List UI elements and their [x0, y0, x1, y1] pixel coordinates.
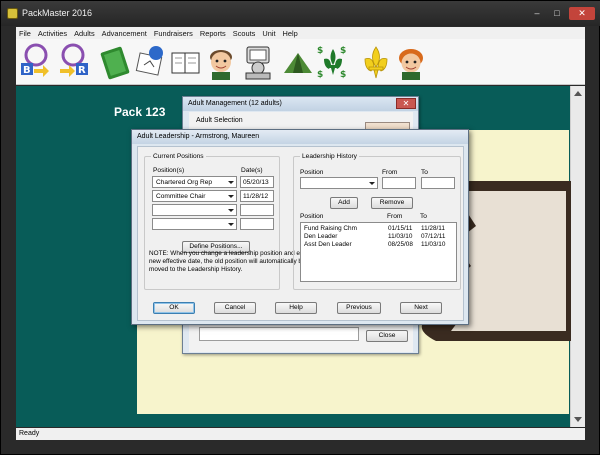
scroll-up-icon[interactable] — [574, 91, 582, 96]
money-fleur-de-lis-icon[interactable]: $ $ $ $ — [316, 43, 350, 81]
history-column-position: Position — [300, 213, 324, 220]
dialog-body: Current Positions Position(s) Date(s) Ch… — [137, 146, 464, 321]
pack-label: Pack 123 — [114, 105, 166, 119]
history-row-position: Den Leader — [304, 233, 338, 240]
next-button[interactable]: Next — [400, 302, 442, 314]
menu-bar: File Activities Adults Advancement Fundr… — [16, 27, 585, 39]
status-bar: Ready — [16, 428, 585, 440]
position-combo-2[interactable]: Committee Chair — [152, 190, 237, 202]
history-row[interactable]: Fund Raising Chm 01/15/11 11/28/11 — [301, 225, 456, 232]
date-header: Date(s) — [241, 167, 263, 174]
current-positions-title: Current Positions — [151, 153, 206, 160]
chevron-down-icon — [369, 182, 375, 185]
position-value-1: Chartered Org Rep — [156, 178, 213, 186]
history-from-field[interactable] — [382, 177, 416, 189]
history-position-label: Position — [300, 169, 324, 176]
svg-text:$: $ — [317, 46, 323, 56]
adult-selection-label: Adult Selection — [196, 117, 243, 124]
date-field-4[interactable] — [240, 218, 274, 230]
adult-management-close-button[interactable]: Close — [366, 330, 408, 342]
dialog-title: Adult Leadership - Armstrong, Maureen — [132, 130, 468, 144]
leadership-history-title: Leadership History — [300, 153, 359, 160]
history-position-combo[interactable] — [300, 177, 378, 189]
tent-icon[interactable] — [281, 43, 315, 81]
menu-unit[interactable]: Unit — [262, 29, 275, 38]
history-row-from: 01/15/11 — [388, 225, 413, 232]
close-icon[interactable]: ✕ — [569, 7, 595, 20]
history-row[interactable]: Den Leader 11/03/10 07/12/11 — [301, 233, 456, 240]
calendar-plan-icon[interactable] — [134, 43, 168, 81]
position-header: Position(s) — [153, 167, 185, 174]
adult-leadership-dialog: Adult Leadership - Armstrong, Maureen Cu… — [131, 129, 469, 325]
position-combo-4[interactable] — [152, 218, 237, 230]
status-text: Ready — [19, 430, 40, 437]
history-column-to: To — [420, 213, 427, 220]
menu-help[interactable]: Help — [283, 29, 298, 38]
address-book-icon[interactable] — [169, 43, 203, 81]
menu-advancement[interactable]: Advancement — [102, 29, 147, 38]
menu-activities[interactable]: Activities — [38, 29, 67, 38]
window-title: PackMaster 2016 — [22, 8, 93, 18]
date-field-2[interactable]: 11/28/12 — [240, 190, 274, 202]
cancel-button[interactable]: Cancel — [214, 302, 256, 314]
adult-management-close-icon[interactable]: ✕ — [396, 98, 416, 109]
history-row-from: 11/03/10 — [388, 233, 413, 240]
history-row-position: Fund Raising Chm — [304, 225, 357, 232]
fleur-de-lis-icon[interactable] — [359, 43, 393, 81]
history-row-to: 11/28/11 — [421, 225, 445, 232]
svg-text:$: $ — [340, 70, 346, 80]
menu-file[interactable]: File — [19, 29, 31, 38]
history-list[interactable]: Fund Raising Chm 01/15/11 11/28/11 Den L… — [300, 222, 457, 282]
minimize-icon[interactable]: – — [528, 7, 546, 20]
history-row-to: 11/03/10 — [421, 241, 446, 248]
bobcat-to-rank-icon[interactable]: B — [19, 43, 53, 81]
adult-management-list[interactable] — [199, 327, 359, 341]
chevron-down-icon — [228, 181, 234, 184]
scout-girl-icon[interactable] — [394, 43, 428, 81]
history-to-field[interactable] — [421, 177, 455, 189]
date-field-1[interactable]: 05/20/13 — [240, 176, 274, 188]
position-combo-1[interactable]: Chartered Org Rep — [152, 176, 237, 188]
history-row-to: 07/12/11 — [421, 233, 446, 240]
scout-boy-icon[interactable] — [204, 43, 238, 81]
history-to-label: To — [421, 169, 428, 176]
history-from-label: From — [382, 169, 398, 176]
svg-text:$: $ — [340, 46, 346, 56]
menu-adults[interactable]: Adults — [74, 29, 95, 38]
history-row-from: 08/25/08 — [388, 241, 413, 248]
vertical-scrollbar[interactable] — [570, 86, 585, 427]
ok-button[interactable]: OK — [153, 302, 195, 314]
rank-progression-icon[interactable]: R — [56, 43, 90, 81]
menu-reports[interactable]: Reports — [200, 29, 226, 38]
scroll-down-icon[interactable] — [574, 417, 582, 422]
svg-text:$: $ — [317, 70, 323, 80]
help-button[interactable]: Help — [275, 302, 317, 314]
date-field-3[interactable] — [240, 204, 274, 216]
history-column-from: From — [387, 213, 403, 220]
position-combo-3[interactable] — [152, 204, 237, 216]
menu-scouts[interactable]: Scouts — [233, 29, 256, 38]
menu-fundraisers[interactable]: Fundraisers — [154, 29, 193, 38]
chevron-down-icon — [228, 209, 234, 212]
svg-text:B: B — [23, 65, 31, 76]
toolbar: B R $ $ $ $ — [16, 39, 585, 85]
computer-user-icon[interactable] — [241, 43, 275, 81]
title-bar: PackMaster 2016 – □ ✕ — [1, 1, 600, 26]
add-history-button[interactable]: Add — [330, 197, 358, 209]
app-icon — [7, 8, 18, 19]
history-row-position: Asst Den Leader — [304, 241, 352, 248]
maximize-icon[interactable]: □ — [548, 7, 566, 20]
notebook-icon[interactable] — [99, 43, 133, 81]
chevron-down-icon — [228, 223, 234, 226]
position-value-2: Committee Chair — [156, 192, 206, 200]
adult-management-title: Adult Management (12 adults) — [183, 97, 418, 111]
previous-button[interactable]: Previous — [337, 302, 381, 314]
svg-text:R: R — [78, 65, 86, 76]
chevron-down-icon — [228, 195, 234, 198]
remove-history-button[interactable]: Remove — [371, 197, 413, 209]
history-row[interactable]: Asst Den Leader 08/25/08 11/03/10 — [301, 241, 456, 248]
